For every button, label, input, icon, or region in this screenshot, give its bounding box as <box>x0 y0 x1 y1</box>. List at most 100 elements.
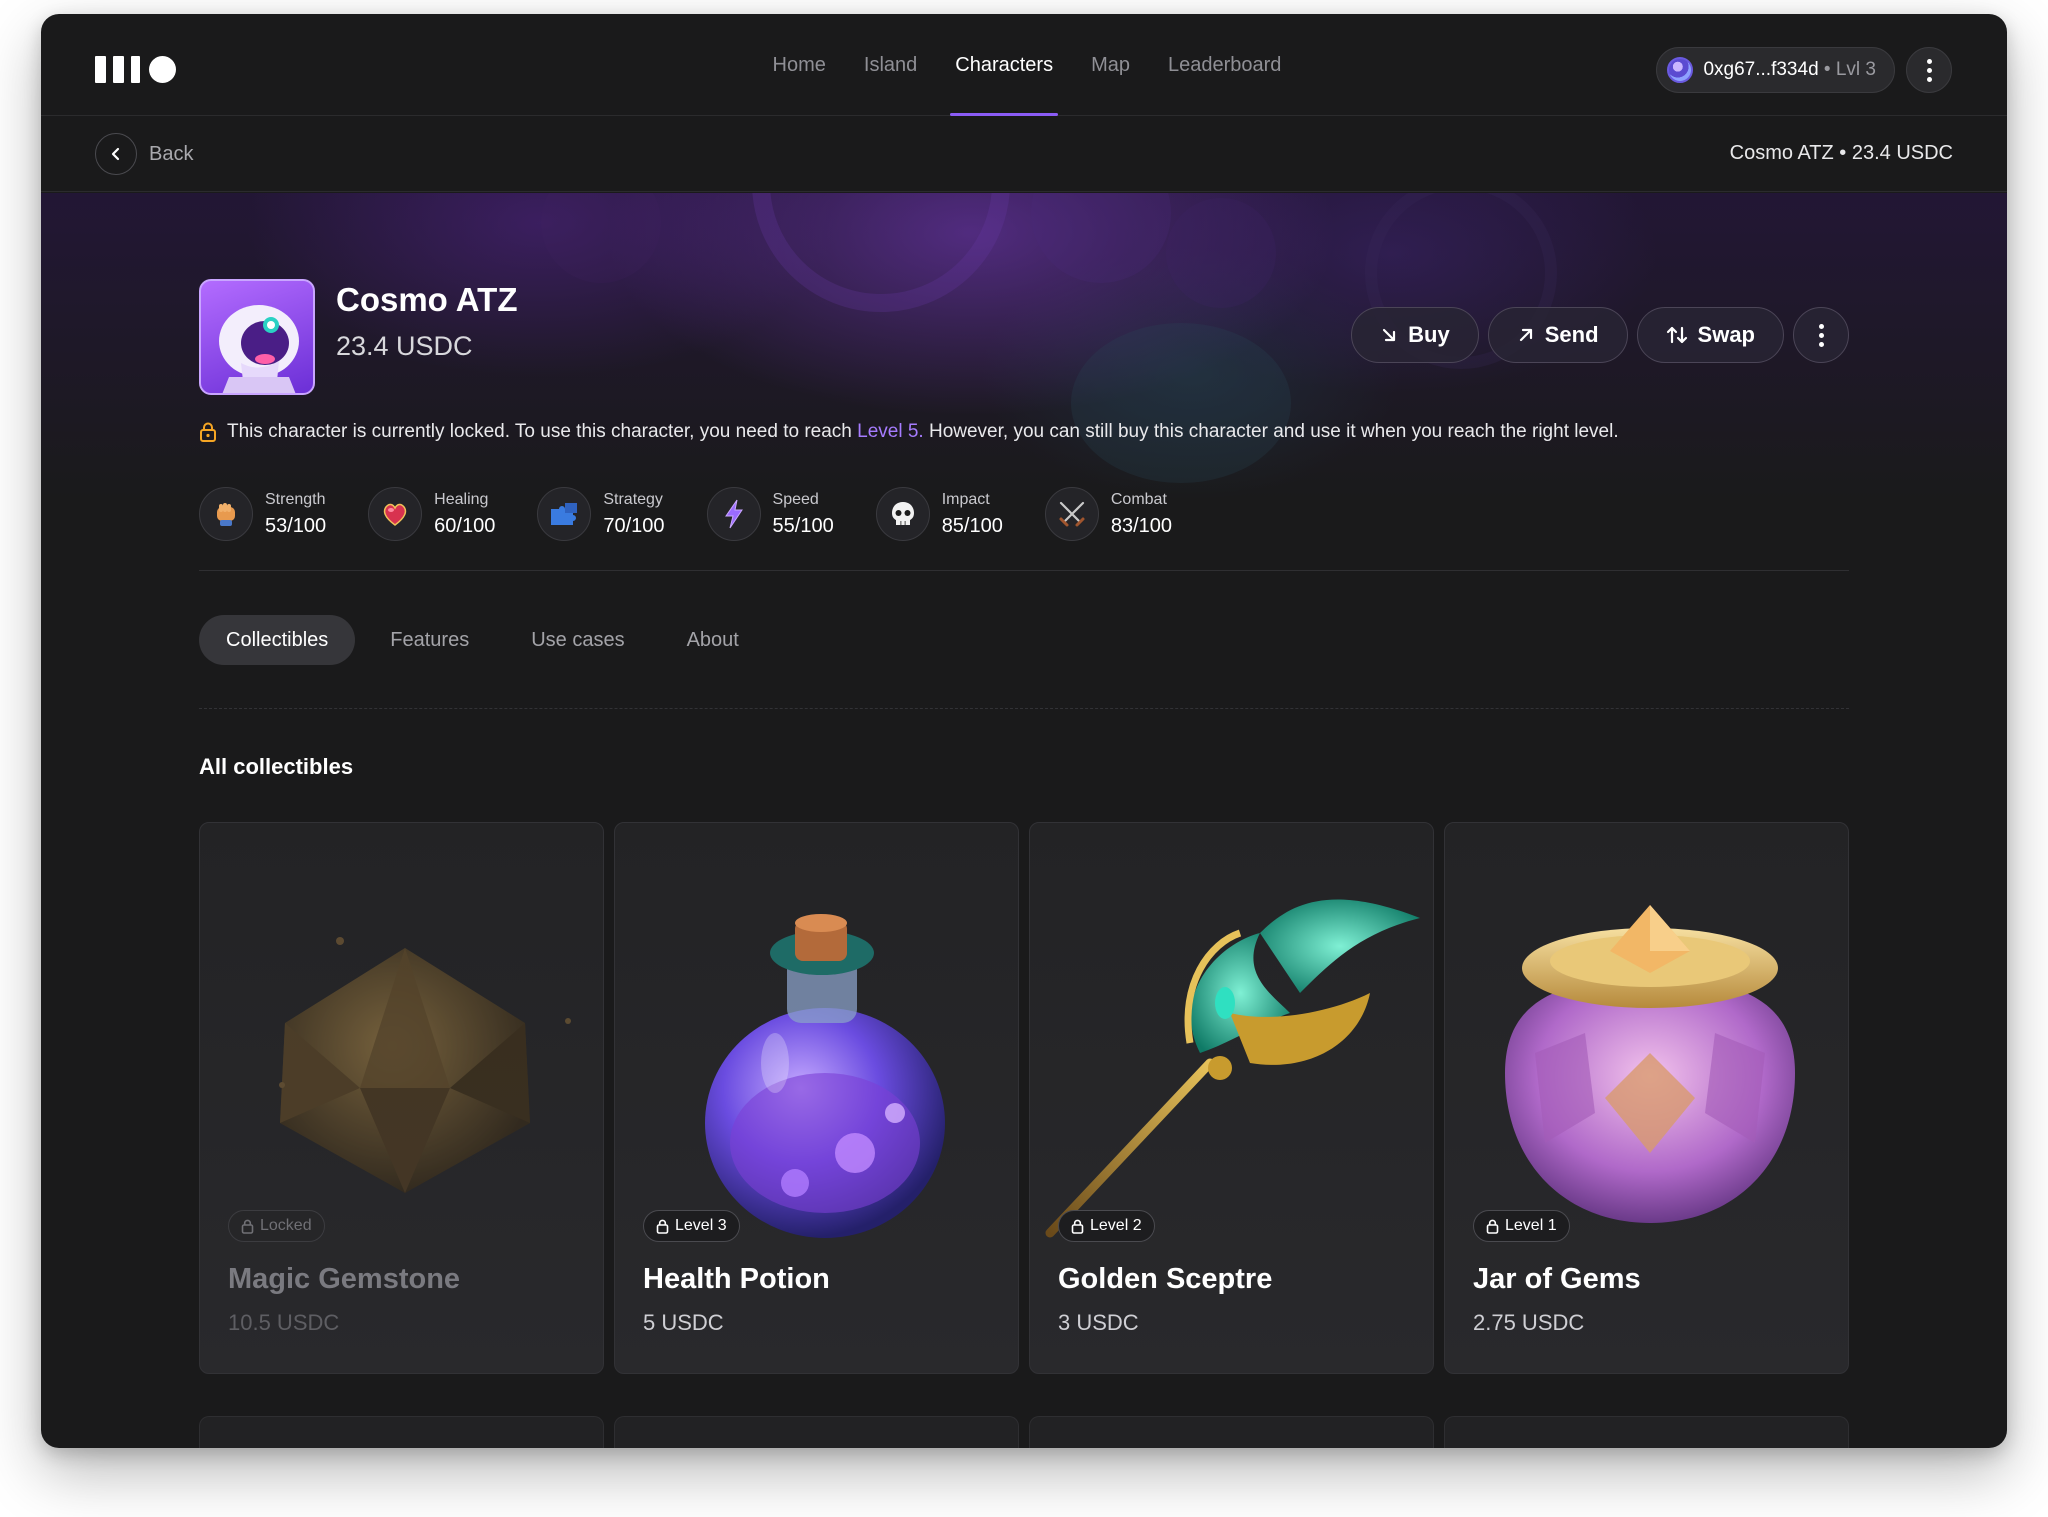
stat-label: Combat <box>1110 490 1167 508</box>
character-summary: Cosmo ATZ • 23.4 USDC <box>1729 142 1953 164</box>
badge-label: Locked <box>260 1217 312 1234</box>
collectible-price: 3 USDC <box>1058 1310 1139 1335</box>
character-stats: Strength 53/100 Healing 60/100 Strategy … <box>199 487 1214 541</box>
collectible-badge: Level 3 <box>643 1210 740 1242</box>
stat-label: Strength <box>265 490 326 508</box>
lock-icon <box>1071 1219 1084 1234</box>
nav-map[interactable]: Map <box>1072 14 1149 116</box>
character-more-button[interactable] <box>1793 307 1849 363</box>
lock-icon <box>656 1219 669 1234</box>
swap-arrows-icon <box>1666 326 1687 344</box>
lightning-icon <box>706 487 761 541</box>
stat-text: Strategy 70/100 <box>603 491 664 538</box>
character-name: Cosmo ATZ <box>336 281 518 318</box>
stat-strategy: Strategy 70/100 <box>537 487 665 541</box>
collectible-card-partial[interactable] <box>614 1416 1019 1448</box>
collectible-card[interactable]: Level 2 Golden Sceptre 3 USDC <box>1029 822 1434 1374</box>
stat-text: Combat 83/100 <box>1111 491 1172 538</box>
gem-jar-icon <box>1445 823 1848 1243</box>
wallet-address: 0xg67...f334d <box>1703 59 1819 80</box>
collectible-badge: Locked <box>228 1210 325 1242</box>
collectible-price: 10.5 USDC <box>228 1310 340 1335</box>
badge-label: Level 1 <box>1505 1217 1557 1234</box>
stat-text: Strength 53/100 <box>265 491 326 538</box>
character-price: 23.4 USDC <box>336 331 473 361</box>
collectible-card-partial[interactable] <box>1444 1416 1849 1448</box>
chevron-left-icon <box>95 133 137 175</box>
section-title: All collectibles <box>199 754 354 779</box>
collectible-name: Jar of Gems <box>1473 1263 1641 1295</box>
lock-notice-suffix: However, you can still buy this characte… <box>923 421 1619 442</box>
character-hero: Cosmo ATZ 23.4 USDC Buy Send Swap This c… <box>41 193 2007 553</box>
collectible-name: Health Potion <box>643 1263 830 1295</box>
stat-text: Impact 85/100 <box>942 491 1003 538</box>
collectible-badge: Level 1 <box>1473 1210 1570 1242</box>
collectible-name: Magic Gemstone <box>228 1263 461 1295</box>
nav-island[interactable]: Island <box>845 14 936 116</box>
collectible-card-partial[interactable] <box>1029 1416 1434 1448</box>
collectible-card[interactable]: Level 3 Health Potion 5 USDC <box>614 822 1019 1374</box>
puzzle-icon <box>537 487 592 541</box>
arrow-down-right-icon <box>1383 328 1396 342</box>
wallet-button[interactable]: 0xg67...f334d • Lvl 3 <box>1656 47 1895 93</box>
stat-impact: Impact 85/100 <box>875 487 1003 541</box>
stat-label: Healing <box>434 490 489 508</box>
stat-text: Healing 60/100 <box>434 491 495 538</box>
stat-label: Impact <box>941 490 990 508</box>
send-button[interactable]: Send <box>1487 307 1628 363</box>
stat-value: 55/100 <box>772 514 834 537</box>
collectible-card[interactable]: Locked Magic Gemstone 10.5 USDC <box>199 822 604 1374</box>
kebab-icon <box>1818 323 1824 347</box>
buy-button[interactable]: Buy <box>1351 307 1479 363</box>
stat-label: Speed <box>772 490 819 508</box>
collectible-price: 2.75 USDC <box>1473 1310 1585 1335</box>
stat-value: 83/100 <box>1110 514 1173 537</box>
swap-button[interactable]: Swap <box>1636 307 1784 363</box>
collectible-name: Golden Sceptre <box>1058 1263 1273 1295</box>
lock-notice-prefix: This character is currently locked. To u… <box>227 421 858 442</box>
app-window: Home Island Characters Map Leaderboard 0… <box>41 14 2007 1448</box>
collectible-card[interactable]: Level 1 Jar of Gems 2.75 USDC <box>1444 822 1849 1374</box>
lock-icon <box>1486 1219 1499 1234</box>
badge-label: Level 3 <box>675 1217 727 1234</box>
badge-label: Level 2 <box>1090 1217 1142 1234</box>
nav-leaderboard[interactable]: Leaderboard <box>1149 14 1300 116</box>
dashed-divider <box>199 708 1849 709</box>
stat-healing: Healing 60/100 <box>368 487 495 541</box>
wallet-separator: • <box>1818 59 1836 80</box>
nav-home[interactable]: Home <box>754 14 845 116</box>
stat-text: Speed 55/100 <box>773 491 834 538</box>
divider <box>199 570 1849 571</box>
sub-header: Back Cosmo ATZ • 23.4 USDC <box>41 116 2007 192</box>
more-menu-button[interactable] <box>1906 47 1952 93</box>
content-tabs: Collectibles Features Use cases About <box>199 615 766 665</box>
skull-icon <box>875 487 930 541</box>
stat-value: 70/100 <box>603 514 665 537</box>
back-label: Back <box>149 142 194 165</box>
collectibles-grid: Locked Magic Gemstone 10.5 USDC Level 3 … <box>199 822 1849 1374</box>
fist-icon <box>199 487 253 541</box>
kebab-icon <box>1926 58 1932 82</box>
tab-collectibles[interactable]: Collectibles <box>199 615 356 665</box>
crossed-swords-icon <box>1044 487 1099 541</box>
collectible-price: 5 USDC <box>643 1310 724 1335</box>
tab-about[interactable]: About <box>660 615 766 665</box>
collectible-badge: Level 2 <box>1058 1210 1155 1242</box>
wallet-level: Lvl 3 <box>1835 59 1876 80</box>
nav-characters[interactable]: Characters <box>936 14 1072 116</box>
stat-strength: Strength 53/100 <box>199 487 326 541</box>
lock-notice-text: This character is currently locked. To u… <box>227 421 1619 443</box>
heart-icon <box>368 487 423 541</box>
buy-label: Buy <box>1408 322 1450 347</box>
tab-features[interactable]: Features <box>363 615 496 665</box>
wallet-avatar <box>1667 57 1694 83</box>
stat-value: 85/100 <box>941 514 1003 537</box>
back-button[interactable]: Back <box>95 133 193 175</box>
tab-use-cases[interactable]: Use cases <box>504 615 651 665</box>
stat-speed: Speed 55/100 <box>706 487 834 541</box>
lock-notice: This character is currently locked. To u… <box>199 421 1619 443</box>
stat-label: Strategy <box>603 490 663 508</box>
collectible-card-partial[interactable] <box>199 1416 604 1448</box>
send-label: Send <box>1544 322 1599 347</box>
stat-value: 53/100 <box>265 514 327 537</box>
